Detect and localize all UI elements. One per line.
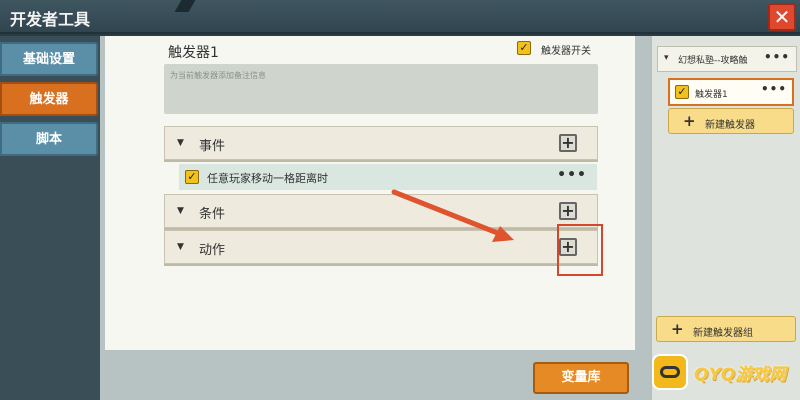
window-title: 开发者工具 (10, 10, 91, 29)
gamepad-icon (660, 366, 680, 378)
trigger-list-panel: ▾ 幻想私塾--攻略触 ••• ✓ 触发器1 ••• + 新建触发器 + 新建触… (650, 36, 800, 400)
more-options-icon[interactable]: ••• (761, 82, 787, 96)
trigger-switch-label: 触发器开关 (541, 46, 591, 57)
check-icon: ✓ (519, 41, 529, 54)
description-input[interactable]: 为当前触发器添加备注信息 (164, 64, 598, 114)
highlight-box (557, 224, 603, 276)
trigger-name[interactable]: 触发器1 (168, 42, 219, 62)
sidebar: 基础设置 触发器 脚本 (0, 36, 100, 400)
action-section-header[interactable]: ▼ 动作 + (164, 230, 598, 264)
title-bar: 开发者工具 ✕ (0, 0, 800, 34)
trigger-group-header[interactable]: ▾ 幻想私塾--攻略触 ••• (657, 46, 797, 72)
event-section-header[interactable]: ▼ 事件 + (164, 126, 598, 160)
condition-section-header[interactable]: ▼ 条件 + (164, 194, 598, 228)
tab-basic-settings[interactable]: 基础设置 (0, 42, 98, 76)
tab-label: 基础设置 (22, 52, 75, 67)
close-button[interactable]: ✕ (768, 3, 796, 31)
tab-scripts[interactable]: 脚本 (0, 122, 98, 156)
more-options-icon[interactable]: ••• (557, 167, 587, 183)
trigger-item-label: 触发器1 (695, 90, 728, 100)
plus-icon: + (683, 112, 696, 130)
annotation-arrow-icon (391, 189, 514, 242)
new-trigger-button[interactable]: + 新建触发器 (668, 108, 794, 134)
add-condition-button[interactable]: + (559, 202, 577, 220)
trigger-group-name: 幻想私塾--攻略触 (678, 56, 748, 66)
new-trigger-group-button[interactable]: + 新建触发器组 (656, 316, 796, 342)
trigger-switch-checkbox[interactable]: ✓ (517, 41, 531, 55)
description-placeholder: 为当前触发器添加备注信息 (170, 71, 266, 80)
add-event-button[interactable]: + (559, 134, 577, 152)
close-icon: ✕ (773, 5, 791, 29)
watermark-logo-icon (652, 354, 688, 390)
condition-section-label: 条件 (199, 207, 226, 222)
variable-library-button[interactable]: 变量库 (533, 362, 629, 394)
watermark: QYQ游戏网 (650, 352, 800, 392)
collapse-arrow-icon[interactable]: ▼ (177, 242, 184, 252)
plus-icon: + (561, 133, 575, 152)
collapse-arrow-icon[interactable]: ▼ (177, 206, 184, 216)
tab-label: 触发器 (29, 92, 69, 107)
event-item-text: 任意玩家移动一格距离时 (207, 172, 328, 185)
trigger-editor-panel: 触发器1 ✓ 触发器开关 为当前触发器添加备注信息 ▼ 事件 + ✓ 任意玩家移… (100, 36, 650, 400)
plus-icon: + (671, 320, 684, 338)
new-trigger-label: 新建触发器 (705, 120, 755, 131)
event-item-checkbox[interactable]: ✓ (185, 170, 199, 184)
new-trigger-group-label: 新建触发器组 (693, 328, 753, 339)
title-decoration (174, 0, 196, 12)
event-section-label: 事件 (199, 139, 226, 154)
check-icon: ✓ (187, 170, 197, 183)
watermark-text: QYQ游戏网 (694, 365, 787, 385)
trigger-editor-content: 触发器1 ✓ 触发器开关 为当前触发器添加备注信息 ▼ 事件 + ✓ 任意玩家移… (105, 36, 635, 350)
collapse-arrow-icon[interactable]: ▼ (177, 138, 184, 148)
tab-label: 脚本 (35, 132, 62, 147)
variable-library-label: 变量库 (561, 370, 601, 385)
tab-triggers[interactable]: 触发器 (0, 82, 98, 116)
more-options-icon[interactable]: ••• (764, 50, 790, 64)
trigger-list-item[interactable]: ✓ 触发器1 ••• (668, 78, 794, 106)
chevron-down-icon[interactable]: ▾ (664, 53, 669, 63)
action-section-label: 动作 (199, 243, 226, 258)
trigger-item-checkbox[interactable]: ✓ (675, 85, 689, 99)
plus-icon: + (561, 201, 575, 220)
check-icon: ✓ (677, 85, 687, 98)
